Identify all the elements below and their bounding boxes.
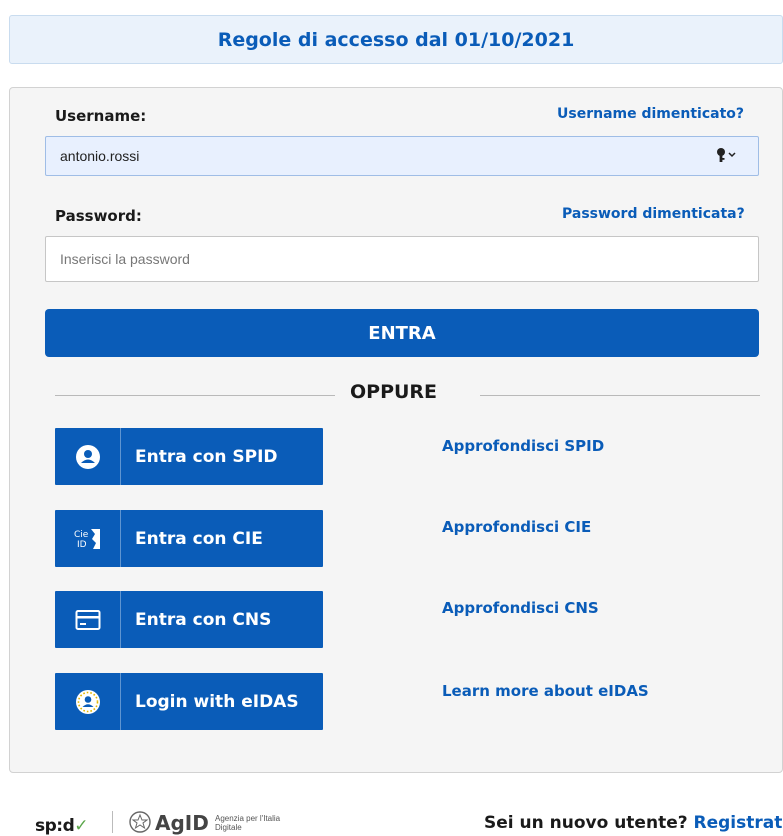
agid-seal-icon [129,811,151,833]
footer-separator [112,811,113,833]
new-user-prompt: Sei un nuovo utente? Registrati [484,813,783,833]
cie-login-label: Entra con CIE [135,528,263,549]
username-label: Username: [55,107,147,125]
password-input[interactable] [45,236,759,282]
cns-login-label: Entra con CNS [135,609,272,630]
oppure-label: OPPURE [350,381,438,403]
register-link[interactable]: Registrati [694,813,783,833]
check-icon: ✓ [74,816,89,836]
spid-login-button[interactable]: Entra con SPID [55,428,323,485]
user-icon [55,428,121,485]
learn-spid-link[interactable]: Approfondisci SPID [442,437,604,455]
divider-left [55,395,335,396]
spid-logo-text: sp:d [35,816,75,836]
learn-cns-link[interactable]: Approfondisci CNS [442,599,599,617]
entra-label: ENTRA [368,322,436,344]
banner-text: Regole di accesso dal 01/10/2021 [217,28,575,51]
username-input[interactable] [45,136,759,176]
spid-logo: sp:d✓ [35,816,89,836]
new-user-text: Sei un nuovo utente? [484,813,694,833]
eidas-login-button[interactable]: Login with eIDAS [55,673,323,730]
password-label: Password: [55,207,142,225]
access-rules-banner: Regole di accesso dal 01/10/2021 [9,15,783,64]
forgot-username-link[interactable]: Username dimenticato? [557,106,744,122]
credit-card-icon [55,591,121,648]
cie-login-button[interactable]: Cie ID Entra con CIE [55,510,323,567]
divider-right [480,395,760,396]
forgot-password-link[interactable]: Password dimenticata? [562,206,745,222]
svg-text:ID: ID [77,540,87,550]
spid-login-label: Entra con SPID [135,446,278,467]
agid-logo: AgID [155,811,209,835]
cns-login-button[interactable]: Entra con CNS [55,591,323,648]
entra-button[interactable]: ENTRA [45,309,759,357]
cie-card-icon: Cie ID [55,510,121,567]
eidas-login-label: Login with eIDAS [135,691,299,712]
footer: sp:d✓ AgID Agenzia per l'Italia Digitale… [0,803,783,836]
svg-text:Cie: Cie [74,530,89,540]
learn-eidas-link[interactable]: Learn more about eIDAS [442,682,649,700]
agid-subtitle: Agenzia per l'Italia Digitale [215,814,281,832]
password-manager-key-icon[interactable] [714,145,742,165]
learn-cie-link[interactable]: Approfondisci CIE [442,518,591,536]
eidas-icon [55,673,121,730]
